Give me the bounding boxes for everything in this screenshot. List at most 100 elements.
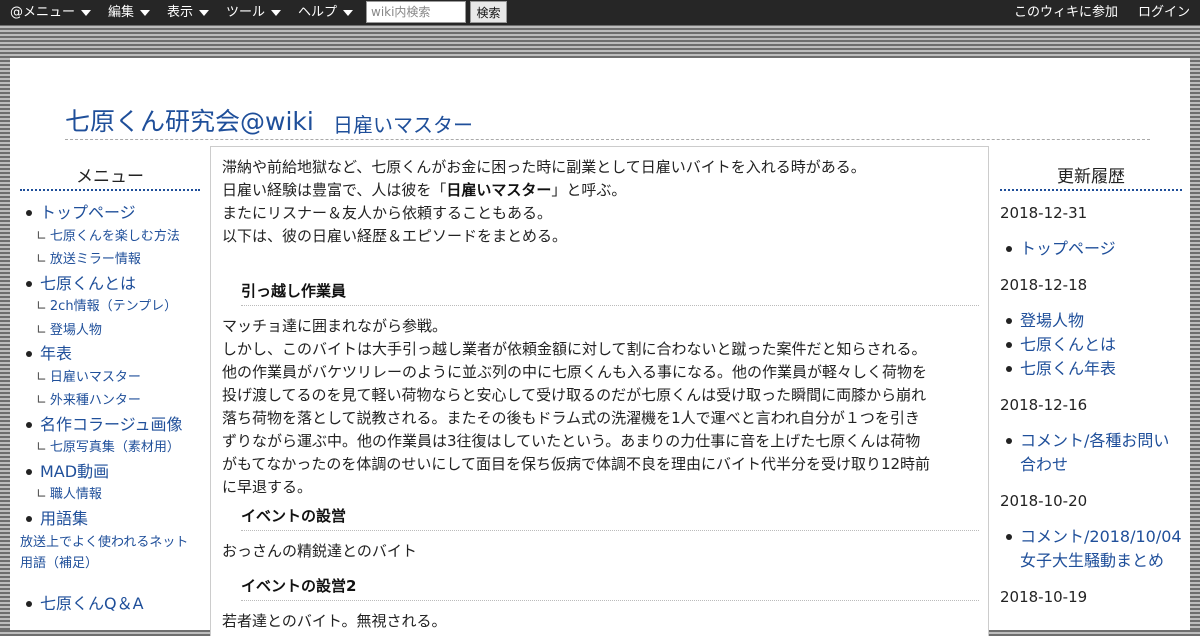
- main-content: 滞納や前給地獄など、七原くんがお金に困った時に副業として日雇いバイトを入れる時が…: [210, 146, 989, 636]
- history-item-label: 七原くんとは: [1020, 335, 1117, 354]
- body-line: に早退する。: [222, 478, 313, 496]
- menu-item-timeline[interactable]: 年表: [20, 342, 200, 366]
- menu-item-label: 七原写真集（素材用）: [49, 440, 180, 455]
- site-title[interactable]: 七原くん研究会@wiki: [65, 102, 314, 138]
- menu-item-label: 放送上でよく使われるネット用語（補足）: [20, 535, 189, 571]
- menu-item-2ch-info[interactable]: ∟ 2ch情報（テンプレ）: [20, 295, 200, 319]
- menu-edit-label: 編集: [108, 5, 135, 20]
- left-sidebar-menu: メニュー トップページ ∟ 七原くんを楽しむ方法 ∟ 放送ミラー情報 七原くんとは …: [20, 162, 200, 616]
- branch-icon: ∟: [36, 228, 47, 244]
- branch-icon: ∟: [36, 299, 47, 314]
- title-divider: [65, 139, 1150, 140]
- menu-item-label: 2ch情報（テンプレ）: [49, 299, 178, 314]
- menu-view[interactable]: 表示: [167, 0, 210, 25]
- menu-item-label: MAD動画: [40, 461, 110, 481]
- history-item[interactable]: 七原くん年表: [1000, 357, 1182, 381]
- intro-text: 」と呼ぶ。: [551, 181, 627, 199]
- intro-line: 以下は、彼の日雇い経歴＆エピソードをまとめる。: [222, 227, 568, 245]
- history-item[interactable]: トップページ: [1000, 237, 1182, 261]
- branch-icon: ∟: [36, 369, 47, 385]
- branch-icon: ∟: [36, 440, 47, 455]
- menu-help-label: ヘルプ: [298, 5, 338, 20]
- caret-down-icon: [81, 9, 92, 16]
- menu-item-label: 名作コラージュ画像: [40, 414, 183, 434]
- history-list: コメント/2018/10/04 女子大生騒動まとめ: [1000, 525, 1182, 573]
- menu-help[interactable]: ヘルプ: [298, 0, 354, 25]
- branch-icon: ∟: [36, 252, 47, 267]
- menu-item-about[interactable]: 七原くんとは: [20, 272, 200, 296]
- menu-tools[interactable]: ツール: [226, 0, 282, 25]
- menu-item-glossary[interactable]: 用語集: [20, 507, 200, 531]
- caret-down-icon: [140, 9, 151, 16]
- section-body: おっさんの精鋭達とのバイト: [222, 540, 979, 563]
- menu-heading: メニュー: [20, 162, 200, 191]
- page-title[interactable]: 日雇いマスター: [333, 109, 473, 138]
- history-item[interactable]: コメント/各種お問い合わせ: [1000, 429, 1182, 477]
- menu-item-label: 用語集: [40, 508, 89, 528]
- section-heading: イベントの設営2: [241, 575, 979, 601]
- body-line: おっさんの精鋭達とのバイト: [222, 542, 417, 560]
- menu-item-top-page[interactable]: トップページ: [20, 201, 200, 225]
- history-item[interactable]: 登場人物: [1000, 309, 1182, 333]
- update-history-heading: 更新履歴: [1000, 162, 1182, 191]
- menu-item-net-slang[interactable]: 放送上でよく使われるネット用語（補足）: [20, 532, 200, 574]
- history-item-label: トップページ: [1020, 239, 1116, 258]
- menu-item-mirror-info[interactable]: ∟ 放送ミラー情報: [20, 248, 200, 272]
- menu-item-label: 職人情報: [49, 487, 102, 502]
- intro-line: 滞納や前給地獄など、七原くんがお金に困った時に副業として日雇いバイトを入れる時が…: [222, 158, 866, 176]
- menu-item-invasive-hunter[interactable]: ∟ 外来種ハンター: [20, 389, 200, 413]
- history-date: 2018-10-19: [1000, 588, 1088, 606]
- menu-item-how-to-enjoy[interactable]: ∟ 七原くんを楽しむ方法: [20, 225, 200, 249]
- intro-emphasis: 日雇いマスター: [446, 181, 552, 199]
- caret-down-icon: [271, 9, 282, 16]
- menu-item-qa[interactable]: 七原くんQ＆A: [20, 592, 200, 616]
- intro-paragraph: 滞納や前給地獄など、七原くんがお金に困った時に副業として日雇いバイトを入れる時が…: [222, 156, 979, 248]
- caret-down-icon: [343, 9, 354, 16]
- section-heading: 引っ越し作業員: [241, 280, 979, 306]
- update-history-sidebar: 更新履歴 2018-12-31 トップページ 2018-12-18 登場人物 七…: [1000, 162, 1182, 621]
- history-list: トップページ: [1000, 237, 1182, 261]
- history-item-label: コメント/各種お問い合わせ: [1020, 431, 1170, 474]
- wiki-search-input[interactable]: [366, 1, 466, 23]
- body-line: がもてなかったのを体調のせいにして面目を保ち仮病で体調不良を理由にバイト代半分を…: [222, 455, 931, 473]
- history-date: 2018-10-20: [1000, 492, 1088, 510]
- menu-item-label: 七原くんを楽しむ方法: [49, 228, 180, 244]
- intro-text: 日雇い経験は豊富で、人は彼を「: [222, 181, 447, 199]
- history-date: 2018-12-18: [1000, 276, 1088, 294]
- menu-item-day-labor-master[interactable]: ∟ 日雇いマスター: [20, 366, 200, 390]
- menu-atwiki-label: @メニュー: [10, 5, 76, 20]
- body-line: 投げ渡してるのを見て軽い荷物ならと安心して受け取るのだが七原くんは受け取った瞬間…: [222, 386, 927, 404]
- history-item[interactable]: 七原くんとは: [1000, 333, 1182, 357]
- history-date: 2018-12-16: [1000, 396, 1088, 414]
- intro-line: 日雇い経験は豊富で、人は彼を「日雇いマスター」と呼ぶ。: [222, 179, 979, 202]
- branch-icon: ∟: [36, 487, 47, 502]
- menu-item-photo-collection[interactable]: ∟ 七原写真集（素材用）: [20, 436, 200, 460]
- history-item-label: 七原くん年表: [1020, 359, 1117, 378]
- menu-item-mad-video[interactable]: MAD動画: [20, 460, 200, 484]
- caret-down-icon: [199, 9, 210, 16]
- branch-icon: ∟: [36, 393, 47, 408]
- menu-atwiki[interactable]: @メニュー: [10, 0, 92, 25]
- menu-list: トップページ ∟ 七原くんを楽しむ方法 ∟ 放送ミラー情報 七原くんとは ∟ 2ch情…: [20, 201, 200, 616]
- menu-spacer: [20, 574, 200, 592]
- login-link[interactable]: ログイン: [1138, 0, 1190, 25]
- menu-item-creator-info[interactable]: ∟ 職人情報: [20, 483, 200, 507]
- section-heading: イベントの設営: [241, 505, 979, 531]
- menu-tools-label: ツール: [226, 5, 266, 20]
- page-container: 七原くん研究会@wiki 日雇いマスター メニュー トップページ ∟ 七原くんを楽…: [10, 58, 1190, 636]
- search-button[interactable]: 検索: [470, 1, 507, 23]
- menu-item-label: 七原くんとは: [40, 273, 137, 293]
- menu-item-collage[interactable]: 名作コラージュ画像: [20, 413, 200, 437]
- history-date: 2018-12-31: [1000, 204, 1088, 222]
- menu-item-label: 外来種ハンター: [49, 393, 141, 408]
- menu-edit[interactable]: 編集: [108, 0, 151, 25]
- menu-item-label: トップページ: [40, 203, 136, 222]
- body-line: マッチョ達に囲まれながら参戦。: [222, 317, 448, 335]
- menu-item-characters[interactable]: ∟ 登場人物: [20, 319, 200, 343]
- top-navigation-bar: @メニュー 編集 表示 ツール ヘルプ 検索 このウィキに参加 ログイン: [0, 0, 1200, 25]
- menu-item-label: 放送ミラー情報: [49, 252, 141, 267]
- history-list: 登場人物 七原くんとは 七原くん年表: [1000, 309, 1182, 381]
- section-body: マッチョ達に囲まれながら参戦。 しかし、このバイトは大手引っ越し業者が依頼金額に…: [222, 315, 979, 499]
- join-wiki-link[interactable]: このウィキに参加: [1014, 0, 1118, 25]
- history-item[interactable]: コメント/2018/10/04 女子大生騒動まとめ: [1000, 525, 1182, 573]
